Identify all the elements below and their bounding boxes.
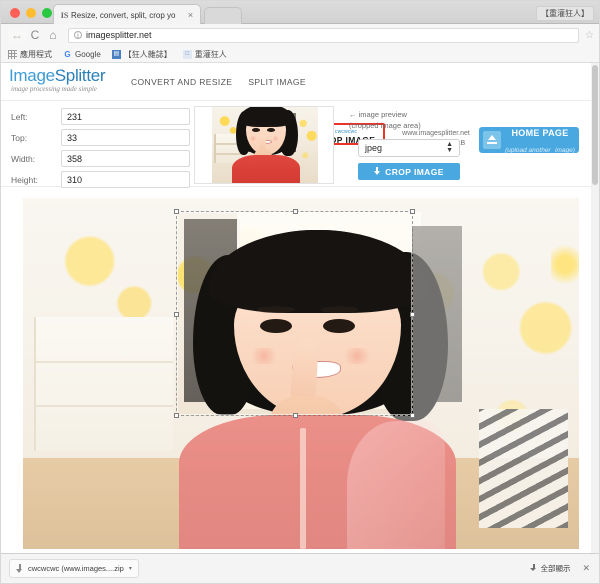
width-label: Width:	[11, 153, 36, 164]
width-input[interactable]	[61, 150, 190, 167]
site-header: ImageSplitter image processing made simp…	[1, 63, 593, 154]
show-all-downloads-button[interactable]: 全部顯示	[530, 563, 570, 574]
crop-handle-sw[interactable]	[174, 413, 179, 418]
maximize-window-button[interactable]	[42, 8, 52, 18]
show-all-label: 全部顯示	[540, 564, 571, 573]
crop-dim-right	[413, 211, 579, 416]
page-icon: □	[182, 49, 192, 59]
bookmark-label: 重灌狂人	[194, 49, 227, 59]
address-bar-url: imagesplitter.net	[86, 30, 152, 40]
format-select-value: jpeg	[365, 143, 383, 153]
browser-toolbar: ← → C ⌂ i imagesplitter.net ☆	[1, 24, 599, 46]
crop-handle-s[interactable]	[293, 413, 298, 418]
crop-controls: Left: Top: Width: Height:	[1, 101, 593, 188]
new-tab-button[interactable]	[204, 7, 242, 25]
bookmark-apps[interactable]: 應用程式	[8, 49, 52, 60]
crop-handle-nw[interactable]	[174, 209, 179, 214]
crop-dim-bottom	[23, 416, 579, 549]
field-row-left: Left:	[11, 107, 190, 126]
logo-part-splitter: Splitter	[54, 66, 106, 85]
top-label: Top:	[11, 132, 28, 143]
bookmark-label: Google	[75, 49, 101, 59]
field-row-top: Top:	[11, 128, 190, 147]
preview-note-line2: (cropped image area)	[349, 121, 421, 130]
site-logo[interactable]: ImageSplitter image processing made simp…	[9, 66, 106, 93]
close-download-bar-icon[interactable]: ✕	[579, 563, 593, 574]
bookmark-site[interactable]: □ 重灌狂人	[182, 49, 227, 60]
download-file-name: cwcwcwc (www.images....zip	[28, 564, 124, 573]
downloads-tray-icon	[530, 564, 537, 573]
preview-note: ← image preview (cropped image area)	[349, 109, 421, 131]
chevron-updown-icon: ▲ ▼	[446, 141, 453, 154]
forward-icon[interactable]: →	[8, 29, 26, 41]
download-bar: cwcwcwc (www.images....zip ▾ 全部顯示 ✕	[1, 553, 599, 583]
download-item[interactable]: cwcwcwc (www.images....zip ▾	[9, 559, 139, 578]
address-bar[interactable]: i imagesplitter.net	[68, 27, 580, 43]
site-nav: CONVERT AND RESIZE SPLIT IMAGE	[131, 77, 306, 87]
crop-handle-n[interactable]	[293, 209, 298, 214]
crop-handle-w[interactable]	[174, 312, 179, 317]
bookmarks-bar: 應用程式 G Google ▤ 【狂人雜誌】 □ 重灌狂人	[1, 46, 599, 63]
window-label: 【重灌狂人】	[536, 6, 594, 21]
close-icon[interactable]: ×	[185, 10, 196, 20]
preview-note-line1: ← image preview	[349, 110, 407, 119]
crop-fields: Left: Top: Width: Height:	[11, 107, 190, 191]
page-content: ImageSplitter image processing made simp…	[1, 63, 599, 554]
left-label: Left:	[11, 111, 28, 122]
height-input[interactable]	[61, 171, 190, 188]
home-icon[interactable]: ⌂	[44, 29, 62, 41]
crop-image-button[interactable]: CROP IMAGE	[358, 163, 460, 180]
window-controls	[10, 8, 52, 18]
close-window-button[interactable]	[10, 8, 20, 18]
bookmark-label: 【狂人雜誌】	[123, 49, 172, 59]
browser-tab[interactable]: IS Resize, convert, split, crop yo ×	[53, 4, 201, 25]
browser-title-bar: IS Resize, convert, split, crop yo × 【重灌…	[1, 1, 599, 25]
bookmark-google[interactable]: G Google	[63, 49, 101, 59]
bookmark-star-icon[interactable]: ☆	[585, 30, 594, 41]
bookmark-magazine[interactable]: ▤ 【狂人雜誌】	[111, 49, 172, 60]
nav-convert-and-resize[interactable]: CONVERT AND RESIZE	[131, 77, 232, 87]
logo-part-image: Image	[9, 66, 55, 85]
reload-icon[interactable]: C	[26, 29, 44, 41]
preview-thumbnail	[212, 107, 318, 183]
apps-grid-icon	[8, 49, 17, 59]
download-icon	[374, 167, 381, 176]
favicon-icon: IS	[60, 10, 69, 20]
field-row-width: Width:	[11, 149, 190, 168]
tab-title: Resize, convert, split, crop yo	[71, 10, 176, 20]
nav-split-image[interactable]: SPLIT IMAGE	[248, 77, 306, 87]
height-label: Height:	[11, 174, 38, 185]
format-select[interactable]: jpeg ▲ ▼	[358, 139, 460, 157]
chevron-down-icon[interactable]: ▾	[129, 565, 132, 572]
image-workspace[interactable]	[23, 198, 579, 549]
page-scrollbar-thumb[interactable]	[592, 65, 598, 185]
field-row-height: Height:	[11, 170, 190, 189]
crop-dim-left	[23, 211, 176, 416]
page-info-icon[interactable]: i	[74, 31, 82, 40]
browser-window: IS Resize, convert, split, crop yo × 【重灌…	[0, 0, 600, 584]
google-icon: G	[64, 49, 71, 59]
crop-preview	[194, 106, 334, 184]
crop-handle-e[interactable]	[410, 312, 415, 317]
left-input[interactable]	[61, 108, 190, 125]
site-tagline: image processing made simple	[11, 85, 97, 93]
bookmark-label: 應用程式	[20, 49, 52, 59]
download-icon	[16, 563, 23, 574]
top-input[interactable]	[61, 129, 190, 146]
crop-selection[interactable]	[174, 209, 415, 418]
crop-handle-ne[interactable]	[410, 209, 415, 214]
site-icon: ▤	[111, 49, 121, 59]
crop-handle-se[interactable]	[410, 413, 415, 418]
crop-dim-top	[23, 198, 579, 211]
logo-text: ImageSplitter	[9, 66, 106, 86]
minimize-window-button[interactable]	[26, 8, 36, 18]
crop-image-button-label: CROP IMAGE	[385, 166, 444, 177]
